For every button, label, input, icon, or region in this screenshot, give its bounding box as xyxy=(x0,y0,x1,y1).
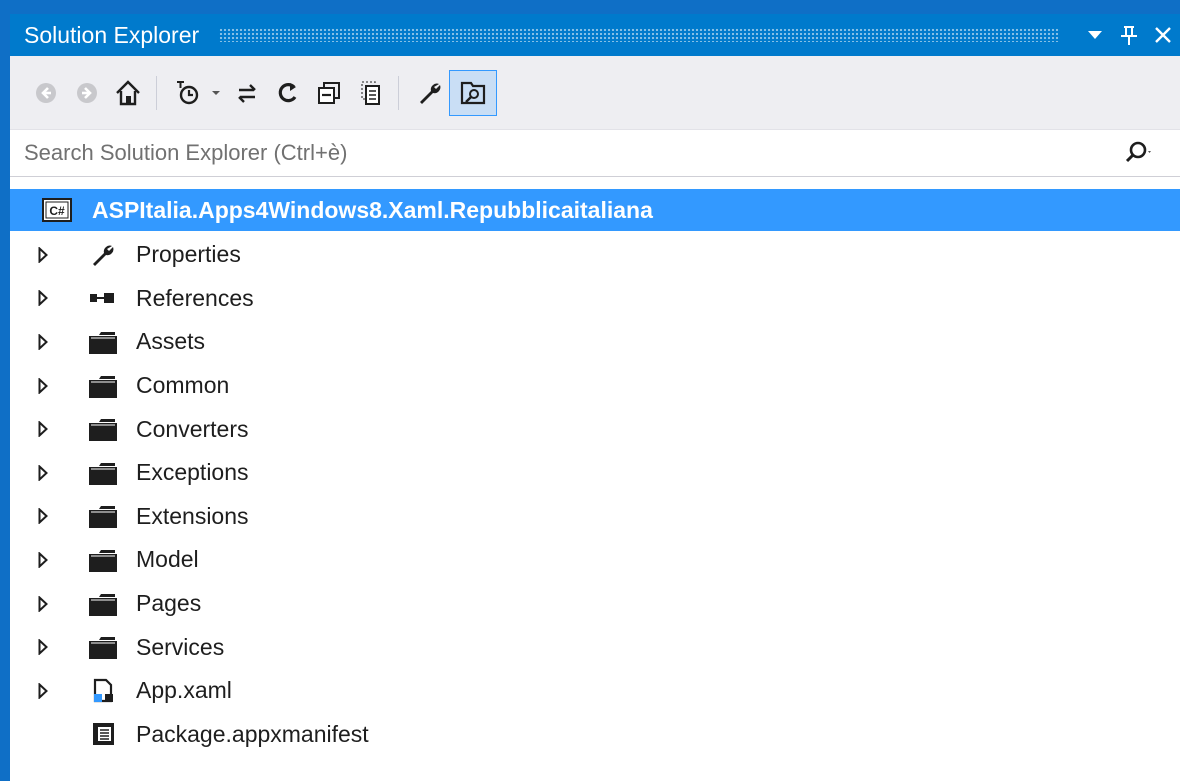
tree-item-label: Extensions xyxy=(136,502,249,529)
expand-triangle-icon[interactable] xyxy=(38,289,50,307)
window-title: Solution Explorer xyxy=(24,21,200,48)
expand-triangle-icon[interactable] xyxy=(38,464,50,482)
svg-text:C#: C# xyxy=(49,204,65,218)
preview-icon xyxy=(460,81,486,104)
folder-icon xyxy=(86,372,120,400)
forward-arrow-icon xyxy=(77,82,97,103)
search-icon xyxy=(1125,141,1151,163)
folder-icon xyxy=(86,633,120,661)
search-options-button[interactable] xyxy=(1124,140,1180,166)
title-bar: Solution Explorer xyxy=(10,14,1180,56)
forward-button[interactable] xyxy=(68,73,106,113)
expand-triangle-icon[interactable] xyxy=(38,682,50,700)
expand-triangle-icon[interactable] xyxy=(38,377,50,395)
close-icon xyxy=(1155,27,1171,43)
solution-explorer-panel: C# ASPItalia.Apps4Windows8.Xaml.Repubbli… xyxy=(10,56,1180,781)
folder-icon xyxy=(86,328,120,356)
expand-triangle-icon[interactable] xyxy=(38,595,50,613)
expand-triangle-icon[interactable] xyxy=(38,638,50,656)
tree-item[interactable]: Model xyxy=(10,538,1180,582)
refresh-button[interactable] xyxy=(269,73,307,113)
tree-item-label: Model xyxy=(136,546,199,573)
tree-item[interactable]: References xyxy=(10,277,1180,321)
tree-item-label: Pages xyxy=(136,590,202,617)
xaml-file-icon xyxy=(86,677,120,705)
expand-triangle-icon[interactable] xyxy=(38,507,50,525)
tree-item-label: App.xaml xyxy=(136,677,232,704)
back-button[interactable] xyxy=(27,73,65,113)
tree-item-label: Exceptions xyxy=(136,459,249,486)
tree-item[interactable]: Properties xyxy=(10,233,1180,277)
tree-item[interactable]: App.xaml xyxy=(10,669,1180,713)
tree-item-project[interactable]: C# ASPItalia.Apps4Windows8.Xaml.Repubbli… xyxy=(10,189,1180,231)
pin-icon xyxy=(1121,26,1137,45)
tree-item-label: Assets xyxy=(136,328,206,355)
folder-icon xyxy=(86,502,120,530)
tree-item[interactable]: Assets xyxy=(10,320,1180,364)
tree-item-label: References xyxy=(136,284,254,311)
collapse-all-icon xyxy=(318,81,340,104)
tree-item-label: Common xyxy=(136,372,230,399)
solution-explorer-window: Solution Explorer Search Solution Explor… xyxy=(0,0,1180,781)
tree-item-label: Properties xyxy=(136,241,241,268)
manifest-file-icon xyxy=(86,720,120,748)
sync-arrows-icon xyxy=(238,83,256,103)
tree-item-label: Package.appxmanifest xyxy=(136,720,369,747)
solution-tree: C# ASPItalia.Apps4Windows8.Xaml.Repubbli… xyxy=(10,189,1180,756)
tree-item-label: Services xyxy=(136,633,225,660)
chevron-down-icon xyxy=(1088,31,1102,39)
pending-changes-filter-dropdown[interactable] xyxy=(207,73,225,113)
title-drag-grip[interactable] xyxy=(219,28,1060,42)
clock-filter-icon xyxy=(177,80,199,104)
expand-triangle-icon[interactable] xyxy=(38,420,50,438)
folder-icon xyxy=(86,459,120,487)
show-all-files-icon xyxy=(361,80,380,105)
wrench-icon xyxy=(86,241,120,269)
toolbar-separator xyxy=(398,75,399,110)
pin-button[interactable] xyxy=(1112,18,1146,52)
home-button[interactable] xyxy=(109,73,147,113)
refresh-icon xyxy=(278,82,297,102)
toolbar xyxy=(10,56,1180,129)
properties-button[interactable] xyxy=(411,73,449,113)
expand-triangle-icon[interactable] xyxy=(38,333,50,351)
wrench-icon xyxy=(420,83,441,104)
collapse-all-button[interactable] xyxy=(310,73,348,113)
home-icon xyxy=(116,79,140,105)
search-bar xyxy=(10,129,1180,177)
show-all-files-button[interactable] xyxy=(351,73,389,113)
toolbar-separator xyxy=(156,75,157,110)
tree-item-label: Converters xyxy=(136,415,249,442)
tree-item[interactable]: Pages xyxy=(10,582,1180,626)
tree-item[interactable]: Package.appxmanifest xyxy=(10,713,1180,757)
folder-icon xyxy=(86,546,120,574)
close-button[interactable] xyxy=(1146,18,1180,52)
tree-item[interactable]: Extensions xyxy=(10,495,1180,539)
pending-changes-filter-button[interactable] xyxy=(169,73,207,113)
expand-triangle-icon[interactable] xyxy=(38,551,50,569)
tree-item[interactable]: Common xyxy=(10,364,1180,408)
tree-item[interactable]: Services xyxy=(10,625,1180,669)
folder-icon xyxy=(86,415,120,443)
sync-with-active-document-button[interactable] xyxy=(228,73,266,113)
expand-triangle-icon[interactable] xyxy=(38,246,50,264)
tree-item[interactable]: Exceptions xyxy=(10,451,1180,495)
preview-selected-items-button[interactable] xyxy=(449,69,497,116)
csharp-project-icon: C# xyxy=(40,196,74,224)
search-input[interactable] xyxy=(10,139,1124,167)
window-options-dropdown-button[interactable] xyxy=(1078,18,1112,52)
references-icon xyxy=(86,284,120,312)
tree-item[interactable]: Converters xyxy=(10,407,1180,451)
folder-icon xyxy=(86,590,120,618)
back-arrow-icon xyxy=(36,82,56,103)
project-name: ASPItalia.Apps4Windows8.Xaml.Repubblicai… xyxy=(92,196,653,223)
small-chevron-down-icon xyxy=(212,90,220,95)
